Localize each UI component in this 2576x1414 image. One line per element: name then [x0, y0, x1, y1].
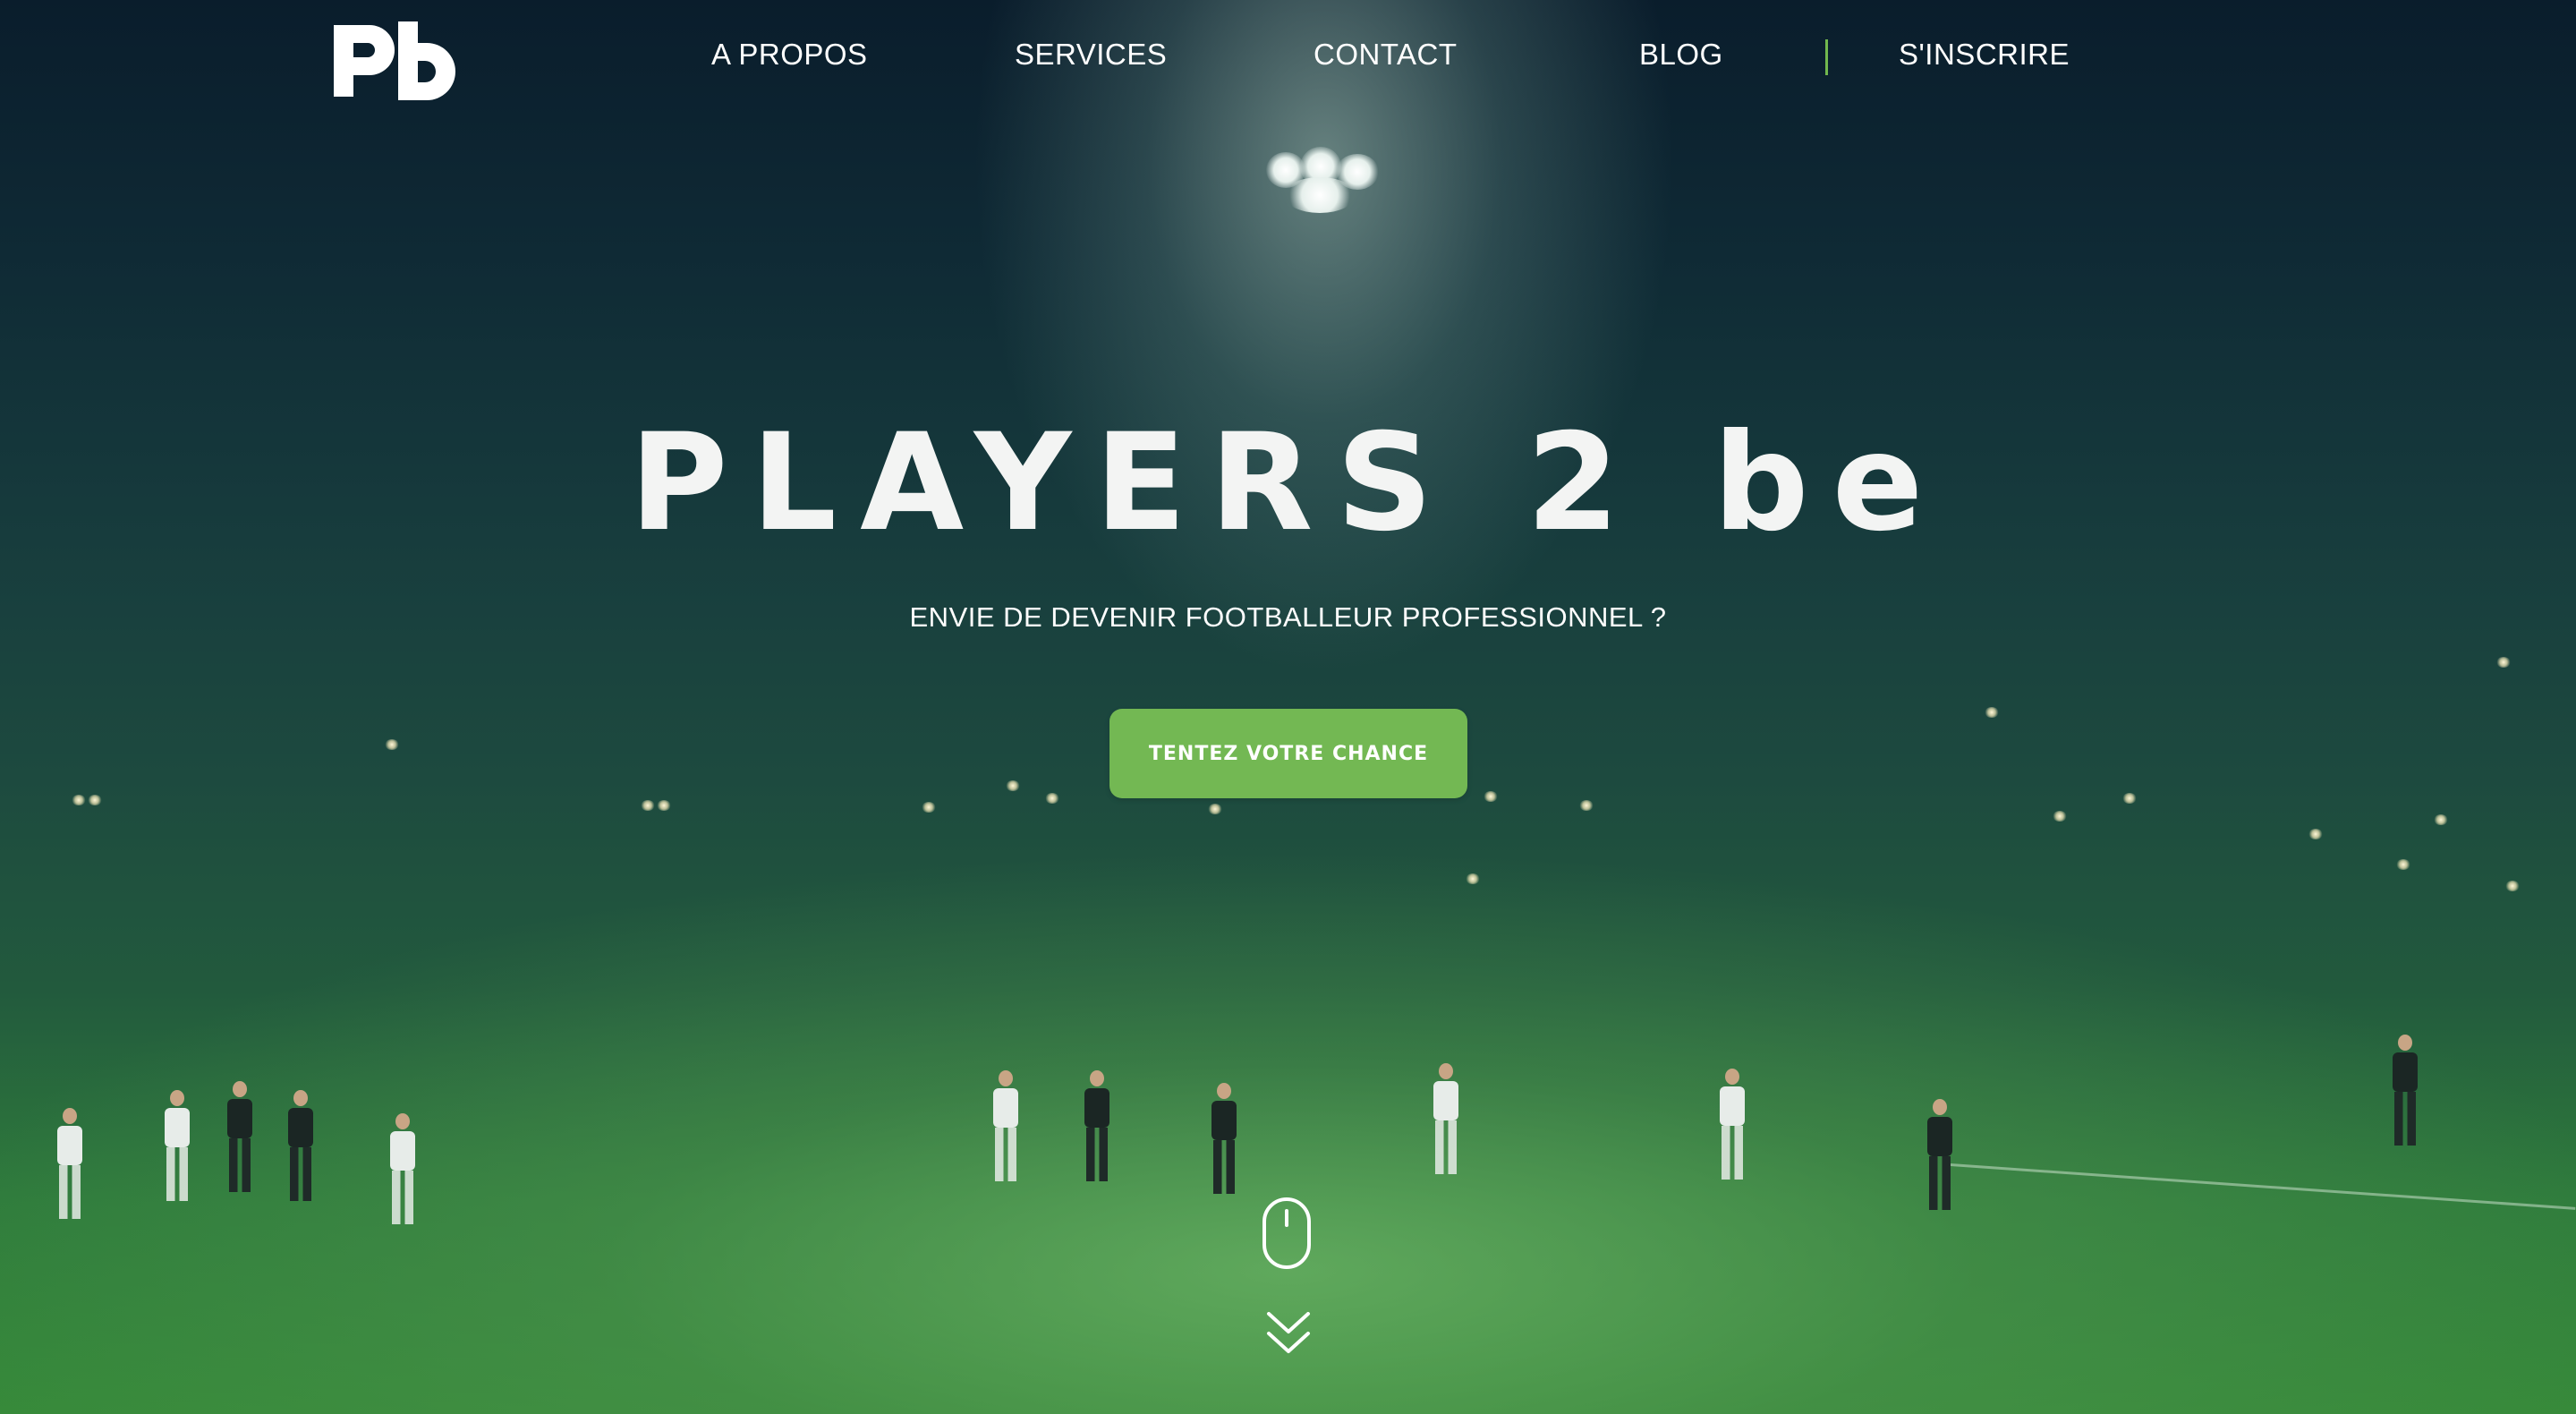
nav-link-services[interactable]: SERVICES	[1015, 38, 1167, 72]
nav-link-a-propos[interactable]: A PROPOS	[711, 38, 868, 72]
double-chevron-down-icon[interactable]	[1265, 1308, 1312, 1359]
floodlight-image	[1257, 143, 1400, 224]
top-navigation: A PROPOS SERVICES CONTACT BLOG S'INSCRIR…	[0, 0, 2576, 116]
tentez-votre-chance-button[interactable]: TENTEZ VOTRE CHANCE	[1109, 709, 1467, 798]
players2be-logo-icon[interactable]	[318, 16, 456, 102]
mouse-scroll-icon	[1262, 1197, 1312, 1270]
nav-link-blog[interactable]: BLOG	[1639, 38, 1723, 72]
hero-subtitle: ENVIE DE DEVENIR FOOTBALLEUR PROFESSIONN…	[909, 601, 1667, 633]
hero-background: A PROPOS SERVICES CONTACT BLOG S'INSCRIR…	[0, 0, 2576, 1414]
brand-title: PLAYERS 2 be	[629, 405, 1947, 561]
pitch-line	[1950, 1163, 2576, 1210]
nav-divider	[1825, 39, 1828, 75]
nav-link-sinscrire[interactable]: S'INSCRIRE	[1899, 38, 2070, 72]
nav-link-contact[interactable]: CONTACT	[1314, 38, 1458, 72]
